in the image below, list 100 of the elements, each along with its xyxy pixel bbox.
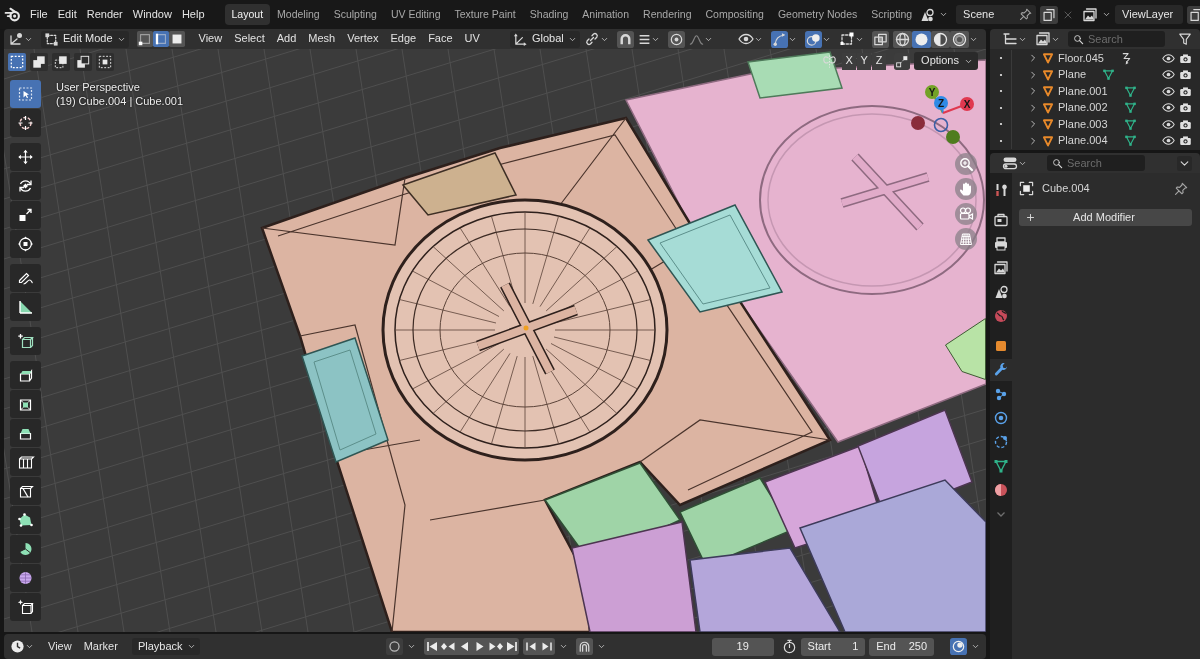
wrench-icon[interactable] — [990, 359, 1012, 381]
triangle-icon[interactable] — [1042, 101, 1054, 114]
menu-item[interactable]: Edge — [384, 32, 423, 46]
copy-icon[interactable] — [1187, 5, 1200, 24]
transform-axes-icon[interactable] — [512, 31, 528, 47]
eye-icon[interactable] — [1162, 51, 1175, 65]
mesh-triangle-icon[interactable] — [1123, 84, 1137, 98]
poly-build-icon[interactable] — [10, 506, 41, 534]
view-layer-field[interactable]: ViewLayer — [1115, 5, 1184, 24]
pin-icon[interactable] — [1019, 8, 1033, 21]
keyframe-next-icon[interactable] — [539, 638, 555, 655]
keyframe-previous-icon[interactable] — [523, 638, 539, 655]
triangle-icon[interactable] — [1042, 118, 1054, 131]
workspace-tab[interactable]: Rendering — [636, 4, 699, 25]
camera-icon[interactable] — [1179, 101, 1192, 115]
bevel-icon[interactable] — [10, 419, 41, 447]
object-name[interactable]: Plane.002 — [1058, 101, 1108, 115]
image-stack-icon[interactable] — [1035, 31, 1051, 47]
menu-item[interactable]: Window — [127, 7, 177, 22]
image-stack-icon[interactable] — [1082, 6, 1099, 23]
menu-item[interactable]: Add — [270, 32, 303, 46]
end-frame-field[interactable]: End 250 — [869, 637, 934, 656]
hand-icon[interactable] — [954, 177, 978, 201]
workspace-tab[interactable]: Layout — [224, 4, 271, 25]
axis-handle[interactable] — [946, 130, 960, 144]
search-field[interactable]: Search — [1047, 155, 1145, 171]
object-name[interactable]: Floor.045 — [1058, 51, 1104, 65]
menu-item[interactable]: Help — [176, 7, 210, 22]
chevron-icon[interactable] — [558, 642, 568, 651]
loop-cut-icon[interactable] — [10, 448, 41, 476]
mesh-overlay-icon[interactable] — [839, 31, 855, 47]
mirror-icon[interactable] — [822, 53, 838, 69]
selection-invert-icon[interactable] — [74, 53, 92, 71]
chevron-icon[interactable] — [596, 642, 606, 651]
menu-item[interactable]: View — [42, 639, 78, 654]
rotate-icon[interactable] — [10, 172, 41, 200]
mesh-triangle-icon[interactable] — [1123, 117, 1137, 131]
jump-start-icon[interactable] — [423, 638, 440, 655]
workspace-tab[interactable]: Modeling — [270, 4, 327, 25]
select-box-icon[interactable] — [10, 80, 41, 108]
overlay-circles-icon[interactable] — [805, 30, 822, 48]
menu-item[interactable]: Mesh — [302, 32, 342, 46]
chevron-icon[interactable] — [186, 642, 196, 651]
chevron-icon[interactable] — [1177, 155, 1192, 171]
zoom-icon[interactable] — [954, 152, 978, 176]
search-icon[interactable] — [1052, 158, 1063, 169]
triangle-icon[interactable] — [1042, 85, 1054, 98]
grid-icon[interactable] — [954, 227, 978, 251]
workspace-tab[interactable]: Compositing — [698, 4, 771, 25]
axes-icon[interactable] — [8, 31, 24, 47]
chevron-icon[interactable] — [406, 642, 416, 651]
solid-sphere-icon[interactable] — [912, 30, 931, 48]
ruler-icon[interactable] — [10, 293, 41, 321]
add-modifier-button[interactable]: Add Modifier — [1019, 209, 1192, 226]
eye-icon[interactable] — [1162, 68, 1175, 82]
extrude-icon[interactable] — [10, 361, 41, 389]
object-name[interactable]: Plane.003 — [1058, 117, 1108, 131]
chevron-icon[interactable] — [1102, 10, 1112, 19]
knife-icon[interactable] — [10, 477, 41, 505]
transform-icon[interactable] — [10, 230, 41, 258]
link-icon[interactable] — [583, 31, 600, 47]
workspace-tab[interactable]: Geometry Nodes — [770, 4, 865, 25]
sparkle-cube-icon[interactable] — [10, 593, 41, 621]
eye-icon[interactable] — [1162, 117, 1175, 131]
chevron-icon[interactable] — [971, 642, 980, 651]
magnet-icon[interactable] — [616, 30, 634, 48]
camera-icon[interactable] — [1179, 68, 1192, 82]
mesh-triangle-icon[interactable] — [1123, 134, 1137, 148]
logo-icon[interactable] — [4, 6, 21, 23]
search-field[interactable]: Search — [1068, 31, 1165, 47]
record-icon[interactable] — [385, 638, 403, 655]
copy-icon[interactable] — [1040, 5, 1059, 24]
eye-icon[interactable] — [1162, 134, 1175, 148]
menu-item[interactable]: View — [192, 32, 229, 46]
stopwatch-icon[interactable] — [781, 639, 797, 654]
pencil-icon[interactable] — [10, 264, 41, 292]
add-cube-icon[interactable] — [10, 327, 41, 355]
eye-icon[interactable] — [738, 31, 754, 47]
workspace-tab[interactable]: Shading — [522, 4, 576, 25]
menu-item[interactable]: Vertex — [341, 32, 385, 46]
workspace-tab[interactable]: Animation — [575, 4, 637, 25]
orientation-dropdown[interactable]: Global — [509, 30, 580, 48]
pin-icon[interactable] — [1174, 181, 1188, 196]
workspace-tab[interactable]: Sculpting — [326, 4, 384, 25]
menu-item[interactable]: Face — [422, 32, 459, 46]
camera-icon[interactable] — [1179, 134, 1192, 148]
chevron-icon[interactable] — [25, 642, 34, 651]
menu-item[interactable]: File — [25, 7, 53, 22]
clock-icon[interactable] — [10, 639, 25, 654]
search-icon[interactable] — [1073, 34, 1084, 45]
workspace-tab[interactable]: Scripting — [864, 4, 920, 25]
move-arrows-icon[interactable] — [10, 143, 41, 171]
camera-icon[interactable] — [1179, 84, 1192, 98]
playback-dropdown[interactable]: Playback — [131, 638, 200, 655]
chevron-icon[interactable] — [939, 10, 949, 19]
eye-icon[interactable] — [1162, 84, 1175, 98]
eye-icon[interactable] — [1162, 101, 1175, 115]
material-sphere-icon[interactable] — [931, 30, 950, 48]
xray-icon[interactable] — [872, 30, 889, 48]
selection-intersect-icon[interactable] — [96, 53, 114, 71]
